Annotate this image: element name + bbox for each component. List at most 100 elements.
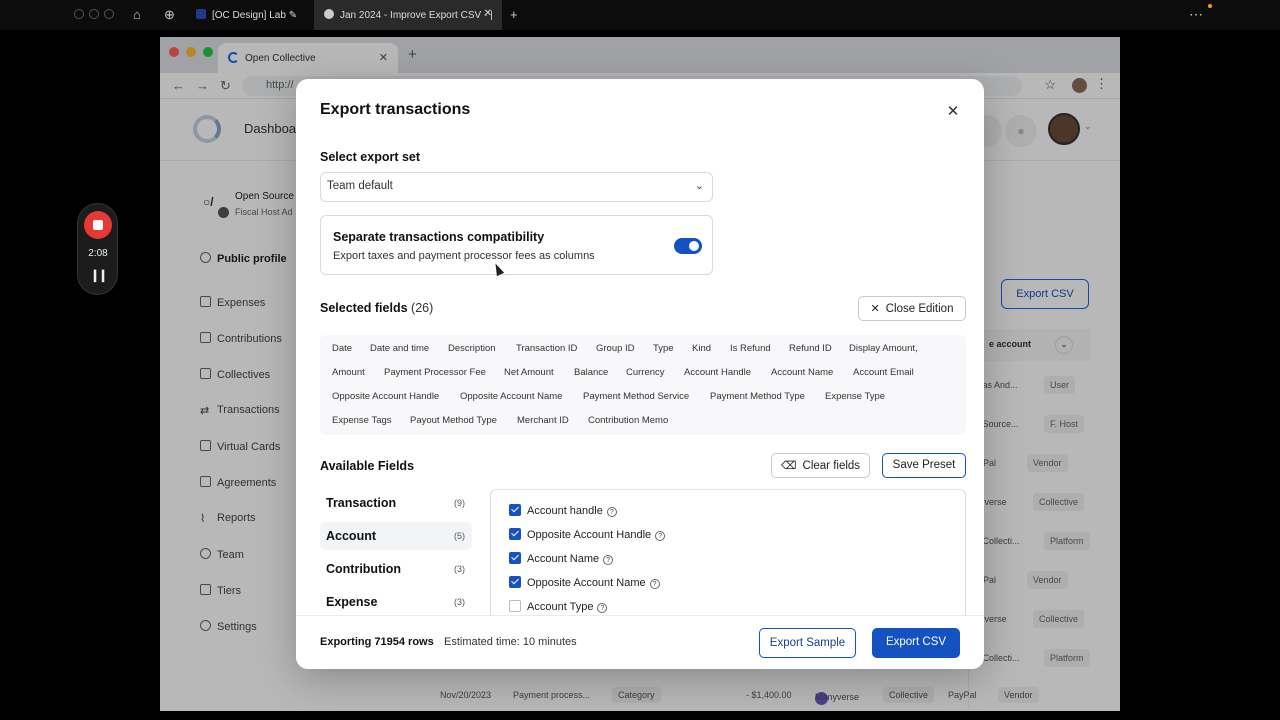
checkbox[interactable]: [509, 504, 521, 516]
field-chip[interactable]: Payment Method Type: [710, 391, 805, 402]
field-checkbox-opposite-account-name[interactable]: Opposite Account Name?: [509, 576, 660, 589]
close-icon: ✕: [870, 303, 880, 315]
export-row-count: Exporting 71954 rows: [320, 636, 434, 648]
export-modal: Export transactions ✕ Select export set …: [296, 79, 984, 669]
field-chip[interactable]: Date: [332, 343, 352, 354]
checkbox-label: Account Name: [527, 553, 600, 565]
outer-browser-bar: ⌂ ⊕ [OC Design] Lab ✎ Jan 2024 - Improve…: [0, 0, 1280, 30]
close-icon[interactable]: ✕: [484, 8, 492, 19]
select-export-label: Select export set: [320, 150, 421, 164]
notification-dot: [1208, 4, 1212, 8]
checkbox[interactable]: [509, 528, 521, 540]
eraser-icon: ⌫: [780, 460, 797, 472]
field-chip[interactable]: Refund ID: [789, 343, 832, 354]
new-tab-icon[interactable]: +: [510, 7, 518, 22]
export-sample-button[interactable]: Export Sample: [759, 628, 856, 658]
field-chip[interactable]: Type: [653, 343, 674, 354]
outer-tab-export[interactable]: Jan 2024 - Improve Export CSV - | ✕: [314, 0, 502, 30]
export-set-select[interactable]: Team default ⌄: [320, 172, 713, 202]
field-chip[interactable]: Expense Type: [825, 391, 885, 402]
field-chip[interactable]: Transaction ID: [516, 343, 577, 354]
pause-icon[interactable]: ❙❙: [78, 268, 118, 282]
outer-tab-label: Jan 2024 - Improve Export CSV - |: [340, 10, 493, 21]
outer-tab-lab[interactable]: [OC Design] Lab ✎: [186, 0, 312, 30]
tab-contribution[interactable]: Contribution (3): [320, 555, 472, 583]
tab-label: Transaction: [326, 496, 397, 510]
tab-transaction[interactable]: Transaction (9): [320, 489, 472, 517]
field-checkbox-account-type[interactable]: Account Type?: [509, 600, 608, 613]
field-chip[interactable]: Contribution Memo: [588, 415, 668, 426]
clear-fields-label: Clear fields: [802, 460, 861, 472]
field-chip[interactable]: Expense Tags: [332, 415, 392, 426]
field-chip[interactable]: Account Email: [853, 367, 914, 378]
field-chip[interactable]: Opposite Account Name: [460, 391, 562, 402]
field-chip[interactable]: Payment Method Service: [583, 391, 689, 402]
export-set-value: Team default: [327, 180, 393, 192]
modal-title: Export transactions: [320, 101, 471, 118]
tab-count: (5): [454, 531, 465, 541]
home-icon[interactable]: ⌂: [133, 7, 141, 22]
stop-record-button[interactable]: [84, 211, 112, 239]
field-chip[interactable]: Net Amount: [504, 367, 554, 378]
field-chip[interactable]: Date and time: [370, 343, 429, 354]
tab-count: (3): [454, 597, 465, 607]
field-chip[interactable]: Amount: [332, 367, 365, 378]
checkbox[interactable]: [509, 600, 521, 612]
selected-fields-list: Date Date and time Description Transacti…: [320, 335, 966, 435]
tab-count: (9): [454, 498, 465, 508]
field-chip[interactable]: Description: [448, 343, 496, 354]
field-chip[interactable]: Opposite Account Handle: [332, 391, 439, 402]
field-checkbox-account-handle[interactable]: Account handle?: [509, 504, 617, 517]
checkbox-label: Account handle: [527, 505, 603, 517]
compat-description: Export taxes and payment processor fees …: [333, 250, 595, 262]
field-chip[interactable]: Account Name: [771, 367, 833, 378]
field-chip[interactable]: Kind: [692, 343, 711, 354]
field-chip[interactable]: Payout Method Type: [410, 415, 497, 426]
help-icon[interactable]: ?: [649, 579, 660, 589]
more-icon[interactable]: ⋯: [1189, 6, 1204, 23]
tab-label: Contribution: [326, 562, 401, 576]
selected-fields-label: Selected fields (26): [320, 301, 433, 315]
tab-label: Account: [326, 529, 376, 543]
tab-expense[interactable]: Expense (3): [320, 588, 472, 616]
field-checklist: Account handle? Opposite Account Handle?…: [490, 489, 966, 629]
save-preset-button[interactable]: Save Preset: [882, 453, 966, 478]
estimated-time: Estimated time: 10 minutes: [444, 636, 577, 648]
selected-fields-count: (26): [411, 301, 434, 315]
export-csv-submit-button[interactable]: Export CSV: [872, 628, 960, 658]
screen-recorder: 2:08 ❙❙: [77, 203, 118, 295]
field-chip[interactable]: Payment Processor Fee: [384, 367, 486, 378]
field-chip[interactable]: Merchant ID: [517, 415, 569, 426]
available-fields-label: Available Fields: [320, 459, 415, 473]
outer-tab-label: [OC Design] Lab: [212, 10, 286, 21]
clear-fields-button[interactable]: ⌫ Clear fields: [771, 453, 870, 478]
help-icon[interactable]: ?: [606, 507, 617, 517]
field-chip[interactable]: Display Amount,: [849, 343, 918, 354]
close-icon[interactable]: ✕: [944, 103, 962, 121]
help-icon[interactable]: ?: [597, 603, 608, 613]
record-time: 2:08: [88, 248, 108, 259]
help-icon[interactable]: ?: [655, 531, 666, 541]
checkbox-label: Opposite Account Name: [527, 577, 646, 589]
compat-toggle[interactable]: [674, 238, 702, 254]
field-chip[interactable]: Currency: [626, 367, 665, 378]
field-checkbox-opposite-account-handle[interactable]: Opposite Account Handle?: [509, 528, 666, 541]
field-chip[interactable]: Account Handle: [684, 367, 751, 378]
tab-account[interactable]: Account (5): [320, 522, 472, 550]
field-chip[interactable]: Is Refund: [730, 343, 771, 354]
field-chip[interactable]: Balance: [574, 367, 608, 378]
checkbox-label: Opposite Account Handle: [527, 529, 652, 541]
tab-label: Expense: [326, 595, 378, 609]
window-controls[interactable]: [74, 9, 114, 19]
compatibility-card: Separate transactions compatibility Expo…: [320, 215, 713, 275]
selected-fields-title: Selected fields: [320, 301, 408, 315]
field-chip[interactable]: Group ID: [596, 343, 635, 354]
globe-icon[interactable]: ⊕: [164, 7, 175, 23]
checkbox[interactable]: [509, 552, 521, 564]
field-checkbox-account-name[interactable]: Account Name?: [509, 552, 614, 565]
modal-footer: Exporting 71954 rows Estimated time: 10 …: [296, 615, 984, 669]
help-icon[interactable]: ?: [603, 555, 614, 565]
checkbox[interactable]: [509, 576, 521, 588]
close-edition-button[interactable]: ✕ Close Edition: [858, 296, 966, 321]
tab-count: (3): [454, 564, 465, 574]
